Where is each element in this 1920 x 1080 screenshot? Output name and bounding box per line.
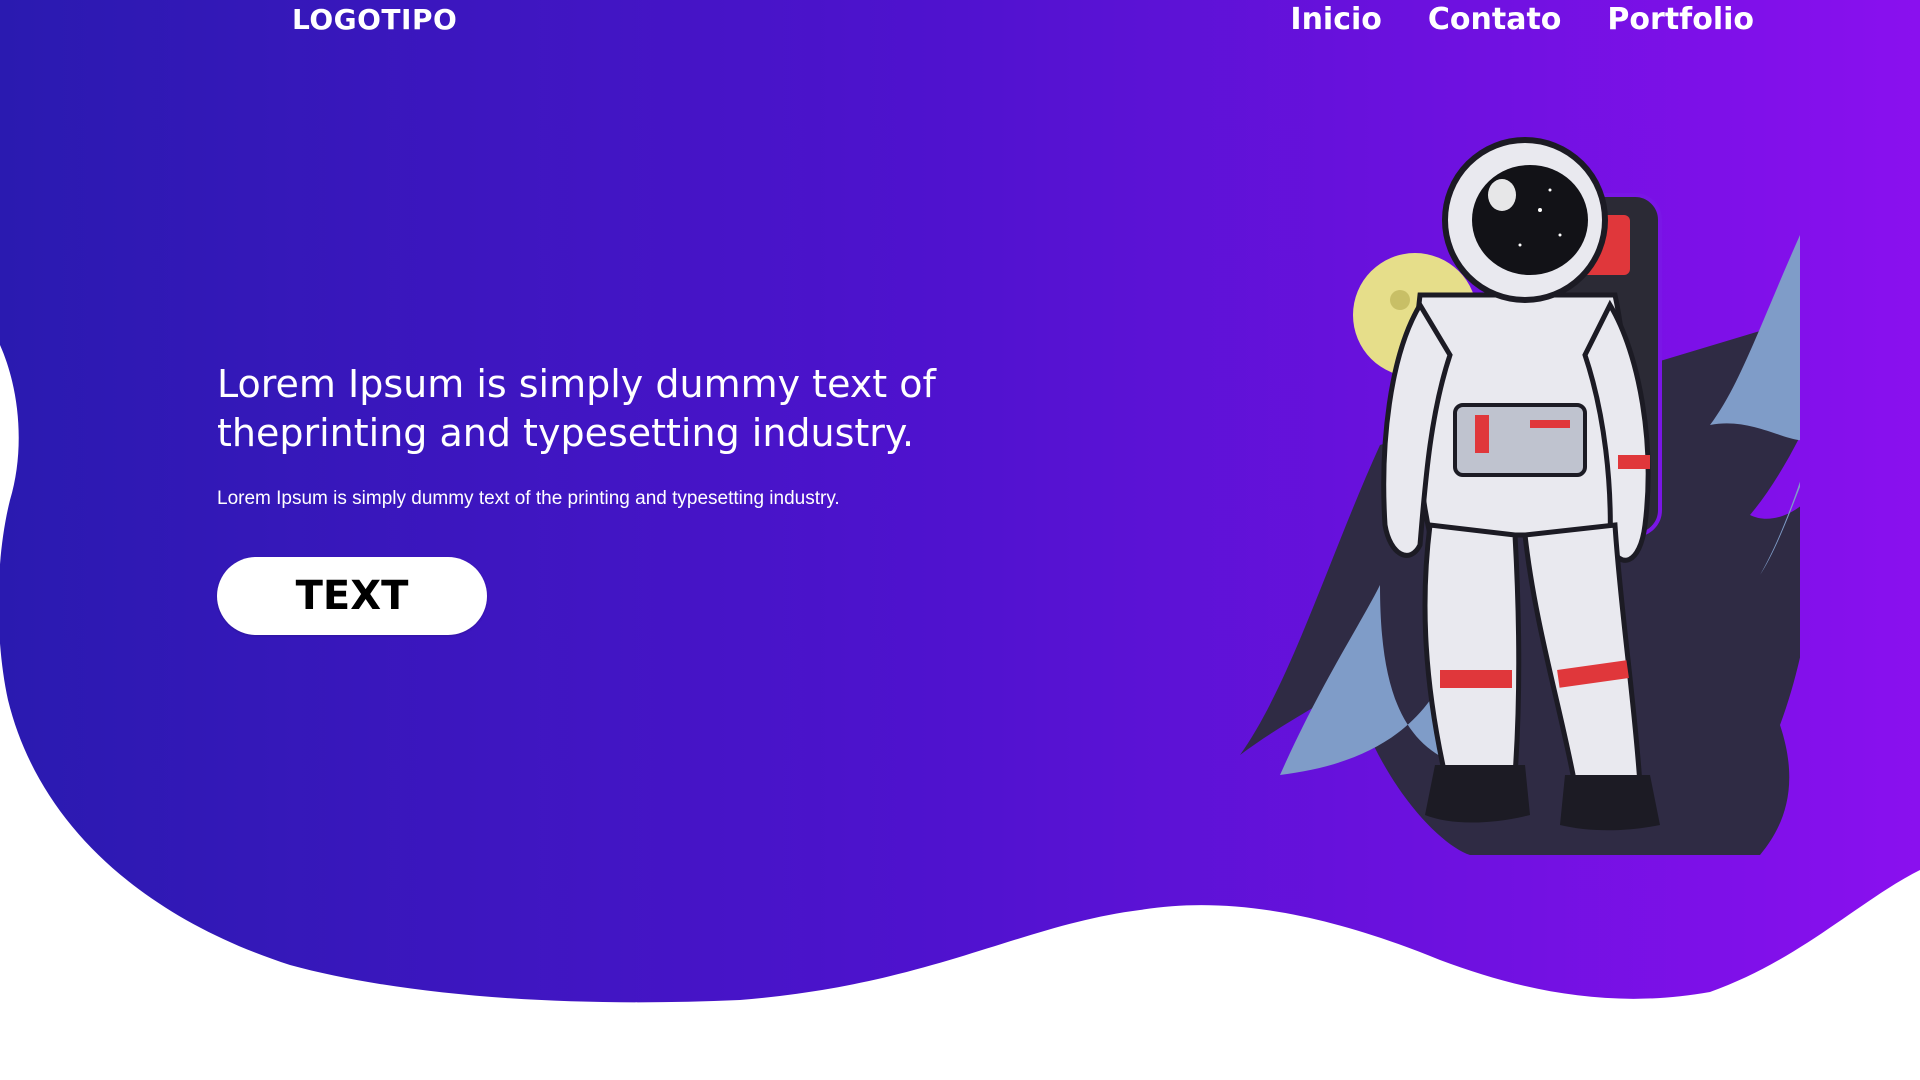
hero-subtitle: Lorem Ipsum is simply dummy text of the … — [217, 488, 840, 509]
nav-link-contato[interactable]: Contato — [1428, 0, 1562, 40]
nav-link-portfolio[interactable]: Portfolio — [1607, 0, 1754, 40]
hero-title: Lorem Ipsum is simply dummy text of thep… — [217, 362, 936, 455]
main-nav: Inicio Contato Portfolio — [1290, 0, 1754, 40]
nav-link-inicio[interactable]: Inicio — [1290, 0, 1381, 40]
hero-text: Lorem Ipsum is simply dummy text of thep… — [217, 360, 1017, 511]
astronaut-illustration — [1240, 137, 1800, 855]
landing-page: LOGOTIPO Inicio Contato Portfolio Lorem … — [0, 0, 1920, 1080]
cta-button[interactable]: TEXT — [217, 557, 487, 635]
logo[interactable]: LOGOTIPO — [292, 0, 457, 40]
